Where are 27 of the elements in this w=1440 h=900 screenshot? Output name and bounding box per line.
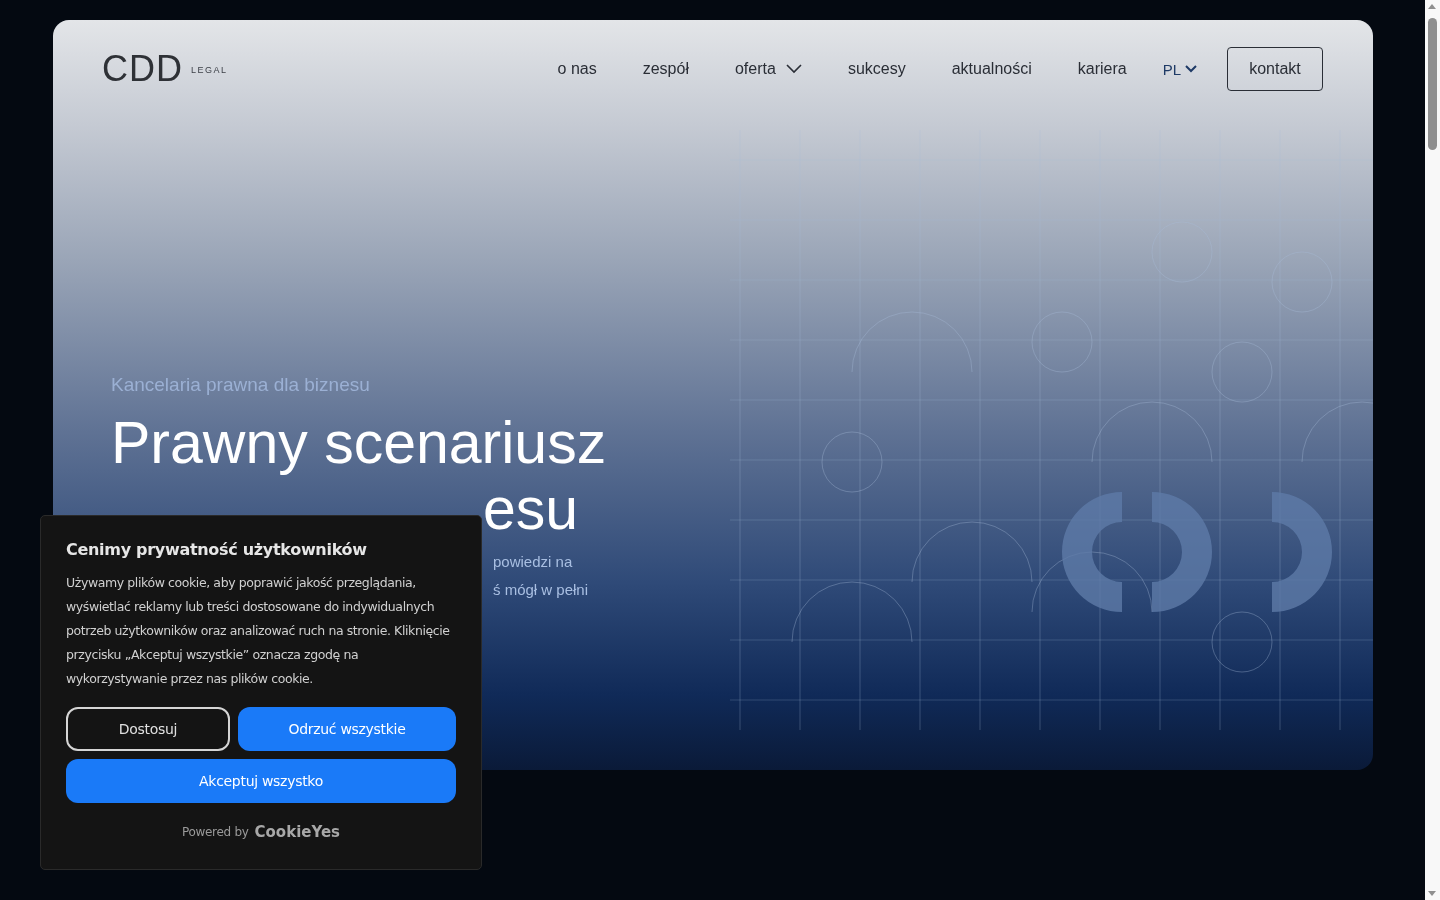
nav-link[interactable]: aktualności — [951, 60, 1032, 78]
nav-link[interactable]: kariera — [1077, 60, 1127, 78]
scroll-up-icon[interactable] — [1428, 4, 1436, 9]
nav-link[interactable]: sukcesy — [847, 60, 906, 78]
nav-link[interactable]: oferta — [734, 60, 802, 78]
hero-heading: Prawny scenariusz — [111, 410, 608, 476]
cookie-button[interactable]: Dostosuj — [66, 707, 230, 751]
logo-subtitle: LEGAL — [191, 65, 228, 75]
language-selector[interactable]: PL — [1162, 60, 1197, 78]
cookie-button[interactable]: Akceptuj wszystko — [66, 759, 456, 803]
logo-mark[interactable]: CDD — [102, 48, 183, 90]
contact-button[interactable]: kontakt — [1227, 47, 1323, 91]
scrollbar[interactable] — [1425, 0, 1440, 900]
hero-text: ś mógł w pełni — [493, 580, 590, 600]
powered-by-text: Powered by — [181, 825, 249, 839]
brand-logo[interactable]: CookieYes — [254, 823, 341, 841]
cookie-button[interactable]: Odrzuć wszystkie — [238, 707, 456, 751]
hero-heading: esu — [482, 476, 580, 542]
hero-text: powiedzi na — [493, 552, 574, 572]
chevron-down-icon — [1185, 65, 1197, 73]
cookie-title: Cenimy prywatność użytkowników — [66, 540, 368, 559]
scroll-down-icon[interactable] — [1428, 891, 1436, 896]
nav-link[interactable]: zespół — [642, 60, 689, 78]
scrollbar-thumb[interactable] — [1428, 18, 1437, 150]
hero-tagline: Kancelaria prawna dla biznesu — [111, 374, 371, 396]
nav-link[interactable]: o nas — [557, 60, 597, 78]
cookie-text: Używamy plików cookie, aby poprawić jakość przeglądania, wyświetlać reklamy lub treści dostosowane do indywidualnych potrzeb użytkowników oraz analizować ruch na stronie. Kliknięcie przycisku „Akceptuj wszystkie” oznacza zgodę na wykorzystywanie przez nas plików cookie. — [66, 574, 451, 688]
